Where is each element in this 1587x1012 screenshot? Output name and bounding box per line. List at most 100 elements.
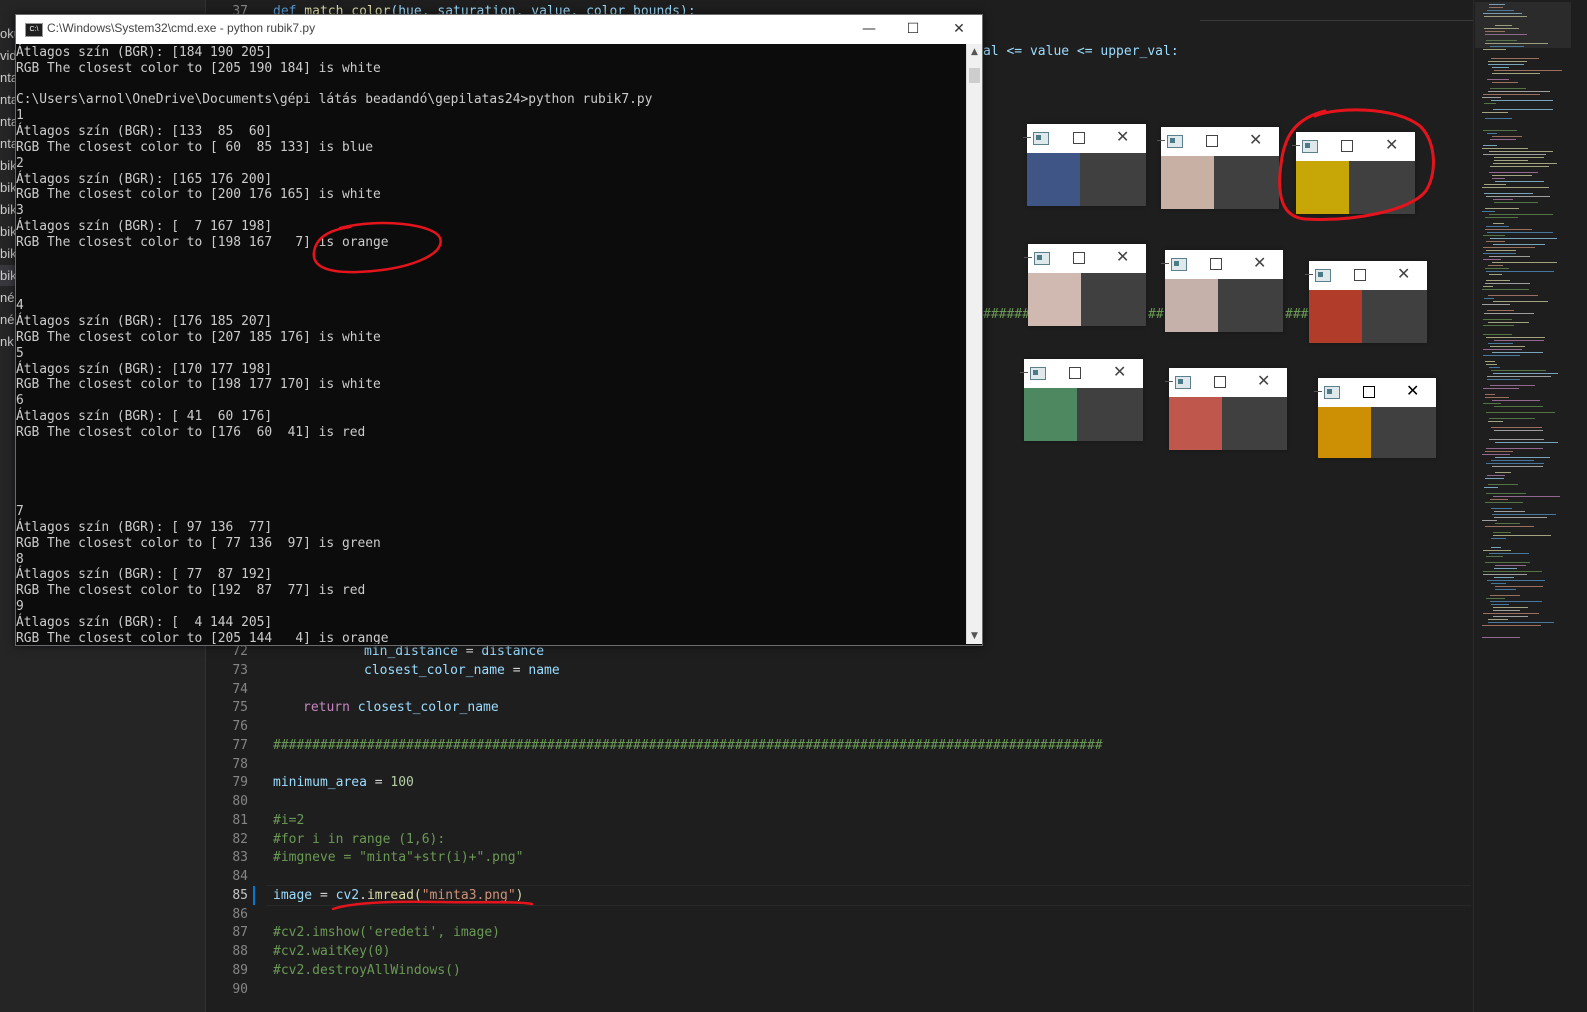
- maximize-icon[interactable]: [1363, 386, 1375, 398]
- window-titlebar[interactable]: ✕: [1023, 124, 1146, 153]
- minimap-line: [1486, 556, 1503, 557]
- variable: min_distance: [364, 644, 458, 659]
- window-titlebar[interactable]: ✕: [1165, 368, 1287, 397]
- close-icon[interactable]: ✕: [1116, 127, 1129, 147]
- code-line[interactable]: #imgneve = "minta"+str(i)+".png": [273, 848, 523, 867]
- close-icon[interactable]: ✕: [1257, 371, 1270, 391]
- minimap-line: [1493, 223, 1504, 224]
- minimap-line: [1493, 301, 1548, 302]
- code-text: al <= value <= upper_val:: [983, 44, 1179, 59]
- window-icon: [1324, 386, 1340, 399]
- minimap-line: [1487, 310, 1514, 311]
- minimap-line: [1487, 133, 1497, 134]
- gray-panel: [1222, 397, 1287, 450]
- color-window-4[interactable]: ✕: [1024, 244, 1146, 326]
- close-icon[interactable]: ✕: [1113, 362, 1126, 382]
- console-scrollbar[interactable]: ▲ ▼: [966, 44, 982, 644]
- minimap-line: [1495, 472, 1511, 473]
- color-window-6[interactable]: ✕: [1305, 261, 1427, 343]
- minimap-line: [1489, 274, 1502, 275]
- minimap-line: [1493, 496, 1560, 497]
- minimize-button[interactable]: —: [846, 15, 892, 44]
- minimap-line: [1489, 256, 1530, 257]
- minimap-line: [1490, 385, 1535, 386]
- code-line[interactable]: #i=2: [273, 811, 304, 830]
- maximize-icon[interactable]: [1073, 252, 1085, 264]
- close-icon[interactable]: ✕: [1397, 264, 1410, 284]
- minimap-line: [1491, 604, 1509, 605]
- minimap-line: [1492, 175, 1532, 176]
- window-titlebar[interactable]: ✕: [1314, 378, 1436, 407]
- console-line: Átlagos szín (BGR): [ 4 144 205]: [16, 614, 273, 630]
- close-button[interactable]: ✕: [936, 15, 982, 44]
- window-icon: [1175, 376, 1191, 389]
- code-line[interactable]: minimum_area = 100: [273, 773, 414, 792]
- maximize-icon[interactable]: [1210, 258, 1222, 270]
- console-line: Átlagos szín (BGR): [ 41 60 176]: [16, 409, 273, 425]
- window-titlebar[interactable]: ✕: [1157, 127, 1279, 156]
- minimap-line: [1489, 151, 1553, 152]
- minimap-line: [1487, 79, 1509, 80]
- code-line[interactable]: #for i in range (1,6):: [273, 830, 445, 849]
- minimap-line: [1492, 82, 1518, 83]
- variable: distance: [481, 644, 545, 659]
- console-line: RGB The closest color to [198 177 170] i…: [16, 377, 381, 393]
- window-titlebar[interactable]: ✕: [1161, 250, 1283, 279]
- maximize-icon[interactable]: [1354, 269, 1366, 281]
- maximize-button[interactable]: ☐: [890, 15, 936, 44]
- close-icon[interactable]: ✕: [1253, 253, 1266, 273]
- window-titlebar[interactable]: ✕: [1305, 261, 1427, 290]
- operator: =: [366, 775, 391, 790]
- color-window-5[interactable]: ✕: [1161, 250, 1283, 332]
- minimap-line: [1486, 250, 1516, 251]
- color-swatch: [1318, 407, 1371, 458]
- close-icon[interactable]: ✕: [1406, 381, 1419, 401]
- console-line: RGB The closest color to [176 60 41] is …: [16, 424, 366, 440]
- minimap-line: [1482, 289, 1529, 290]
- console-line: RGB The closest color to [ 77 136 97] is…: [16, 535, 381, 551]
- minimap-line: [1494, 430, 1543, 431]
- close-icon[interactable]: ✕: [1249, 130, 1262, 150]
- code-line[interactable]: #cv2.imshow('eredeti', image): [273, 923, 500, 942]
- color-swatch: [1161, 156, 1214, 209]
- minimap-line: [1482, 187, 1549, 188]
- minimap[interactable]: [1473, 0, 1587, 1012]
- hash-fragment: ###: [1285, 307, 1309, 322]
- minimap-line: [1485, 361, 1495, 362]
- maximize-icon[interactable]: [1073, 132, 1085, 144]
- code-line[interactable]: #cv2.waitKey(0): [273, 942, 390, 961]
- console-output[interactable]: Átlagos szín (BGR): [184 190 205] RGB The…: [16, 44, 966, 644]
- scroll-down-icon[interactable]: ▼: [967, 628, 982, 644]
- scroll-thumb[interactable]: [969, 68, 980, 83]
- maximize-icon[interactable]: [1069, 367, 1081, 379]
- console-line: 1: [16, 108, 24, 124]
- minimap-line: [1491, 460, 1534, 461]
- color-window-9[interactable]: ✕: [1314, 378, 1436, 458]
- code-line[interactable]: #cv2.destroyAllWindows(): [273, 961, 461, 980]
- variable: name: [528, 663, 560, 678]
- minimap-line: [1487, 232, 1553, 233]
- minimap-line: [1488, 265, 1503, 266]
- close-icon[interactable]: ✕: [1116, 247, 1129, 267]
- cmd-window[interactable]: C:\ C:\Windows\System32\cmd.exe - python…: [15, 14, 983, 646]
- window-titlebar[interactable]: ✕: [1024, 244, 1146, 273]
- cmd-titlebar[interactable]: C:\ C:\Windows\System32\cmd.exe - python…: [16, 15, 982, 44]
- minimap-slider[interactable]: [1475, 2, 1571, 48]
- maximize-icon[interactable]: [1214, 376, 1226, 388]
- console-line: RGB The closest color to [200 176 165] i…: [16, 187, 381, 203]
- color-window-7[interactable]: ✕: [1020, 359, 1143, 441]
- color-window-8[interactable]: ✕: [1165, 368, 1287, 450]
- code-line[interactable]: closest_color_name = name: [364, 661, 560, 680]
- window-titlebar[interactable]: ✕: [1020, 359, 1143, 388]
- color-window-1[interactable]: ✕: [1023, 124, 1146, 206]
- maximize-icon[interactable]: [1206, 135, 1218, 147]
- scroll-up-icon[interactable]: ▲: [967, 44, 982, 60]
- color-window-2[interactable]: ✕: [1157, 127, 1279, 209]
- minimap-line: [1490, 88, 1526, 89]
- minimap-line: [1483, 325, 1514, 326]
- code-line[interactable]: return closest_color_name: [303, 698, 499, 717]
- code-line[interactable]: ########################################…: [273, 736, 1103, 755]
- minimap-line: [1482, 211, 1495, 212]
- code-line-fragment[interactable]: al <= value <= upper_val:: [983, 42, 1179, 61]
